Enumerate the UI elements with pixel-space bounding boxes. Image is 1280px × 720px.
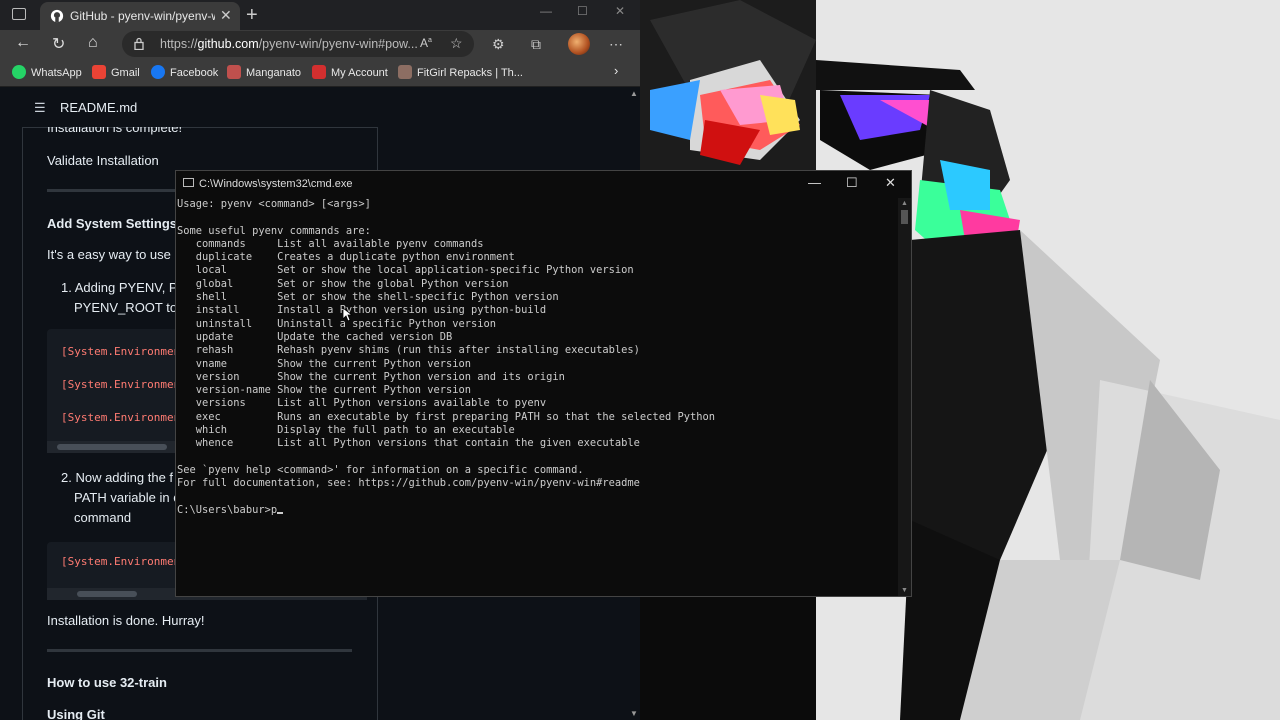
step1-text: 1. Adding PYENV, PY — [61, 280, 187, 295]
tab-title: GitHub - pyenv-win/pyenv-win: p — [70, 9, 215, 23]
bookmark-whatsapp[interactable]: WhatsApp — [12, 65, 82, 79]
bookmarks-bar: WhatsApp Gmail Facebook Manganato My Acc… — [0, 58, 640, 87]
maximize-button[interactable]: ☐ — [577, 4, 588, 18]
lock-icon — [134, 37, 144, 50]
divider — [47, 649, 352, 652]
bookmark-facebook[interactable]: Facebook — [151, 65, 218, 79]
profile-avatar[interactable] — [568, 33, 590, 55]
cmd-close-button[interactable]: ✕ — [885, 175, 896, 191]
scroll-thumb[interactable] — [77, 591, 137, 597]
step2-text: 2. Now adding the f — [61, 470, 174, 485]
command-global-line: global Set or show the global Python ver… — [177, 277, 509, 290]
step2-text-line3: command — [74, 510, 132, 525]
help-hint-line: See `pyenv help <command>' for informati… — [177, 463, 584, 476]
tab-close-icon[interactable]: ✕ — [220, 7, 232, 24]
extensions-icon[interactable]: ⚙ — [492, 36, 505, 53]
read-aloud-icon[interactable]: Aa — [420, 36, 432, 50]
readme-header: ☰ README.md — [22, 87, 378, 128]
code-line: [System.Environment — [61, 378, 187, 391]
cmd-minimize-button[interactable]: — — [808, 175, 821, 190]
refresh-icon[interactable]: ↻ — [52, 34, 65, 54]
tab-actions-icon[interactable] — [12, 8, 26, 20]
scroll-up-icon[interactable]: ▲ — [901, 200, 908, 207]
collections-icon[interactable]: ⧉ — [531, 36, 541, 53]
cmd-window[interactable]: C:\Windows\system32\cmd.exe — ☐ ✕ Usage:… — [176, 171, 911, 596]
back-icon[interactable]: ← — [15, 34, 31, 52]
url-text: https://github.com/pyenv-win/pyenv-win#p… — [160, 37, 418, 51]
cmd-maximize-button[interactable]: ☐ — [846, 175, 858, 191]
command-version-name-line: version-name Show the current Python ver… — [177, 384, 472, 397]
home-icon[interactable]: ⌂ — [88, 34, 98, 52]
address-bar[interactable]: https://github.com/pyenv-win/pyenv-win#p… — [122, 31, 474, 57]
command-vname-line: vname Show the current Python version — [177, 357, 472, 370]
command-uninstall-line: uninstall Uninstall a specific Python ve… — [177, 317, 497, 330]
bookmark-gmail[interactable]: Gmail — [92, 65, 140, 79]
code-line: [System.Environment — [61, 555, 187, 568]
usage-line: Usage: pyenv <command> [<args>] — [177, 198, 371, 210]
bookmarks-overflow-icon[interactable]: › — [614, 63, 618, 78]
command-commands-line: commands List all available pyenv comman… — [177, 237, 484, 250]
favorite-star-icon[interactable]: ☆ — [450, 35, 463, 52]
readme-filename: README.md — [60, 100, 138, 115]
cmd-app-icon — [183, 178, 194, 187]
bookmark-manganato[interactable]: Manganato — [227, 65, 301, 79]
command-exec-line: exec Runs an executable by first prepari… — [177, 410, 715, 423]
docs-link-line: For full documentation, see: https://git… — [177, 477, 640, 490]
code-line: [System.Environment — [61, 345, 187, 358]
github-icon — [50, 9, 64, 23]
scroll-down-icon[interactable]: ▼ — [630, 709, 638, 718]
cmd-title: C:\Windows\system32\cmd.exe — [199, 178, 353, 190]
installation-done-text: Installation is done. Hurray! — [47, 613, 205, 628]
facebook-icon — [151, 65, 165, 79]
command-install-line: install Install a Python version using p… — [177, 304, 547, 317]
whatsapp-icon — [12, 65, 26, 79]
cmd-console[interactable]: Usage: pyenv <command> [<args>] Some use… — [176, 198, 898, 596]
using-git-heading: Using Git — [47, 707, 105, 720]
command-local-line: local Set or show the local application-… — [177, 264, 634, 277]
more-menu-icon[interactable]: ⋯ — [609, 36, 623, 53]
cmd-scrollbar[interactable]: ▲ ▼ — [898, 198, 911, 596]
step1-text-line2: PYENV_ROOT to y — [74, 300, 188, 315]
scroll-down-icon[interactable]: ▼ — [901, 587, 908, 594]
scroll-up-icon[interactable]: ▲ — [630, 89, 638, 98]
gmail-icon — [92, 65, 106, 79]
bookmark-fitgirl[interactable]: FitGirl Repacks | Th... — [398, 65, 523, 79]
command-update-line: update Update the cached version DB — [177, 330, 453, 343]
new-tab-button[interactable]: + — [246, 4, 258, 27]
navigation-bar: ← ↻ ⌂ https://github.com/pyenv-win/pyenv… — [0, 30, 640, 58]
my-account-icon — [312, 65, 326, 79]
fitgirl-icon — [398, 65, 412, 79]
command-versions-line: versions List all Python versions availa… — [177, 397, 547, 410]
minimize-button[interactable]: — — [540, 4, 552, 18]
scroll-thumb[interactable] — [57, 444, 167, 450]
command-whence-line: whence List all Python versions that con… — [177, 437, 640, 450]
prompt-line[interactable]: C:\Users\babur>p — [177, 504, 284, 516]
commands-heading-line: Some useful pyenv commands are: — [177, 224, 371, 237]
add-system-settings-heading: Add System Settings — [47, 216, 178, 231]
tab-bar: GitHub - pyenv-win/pyenv-win: p ✕ + — ☐ … — [0, 0, 640, 30]
intro-text: It's a easy way to use l — [47, 247, 178, 262]
code-line: [System.Environment — [61, 411, 187, 424]
tab-github[interactable]: GitHub - pyenv-win/pyenv-win: p ✕ — [40, 2, 240, 30]
command-rehash-line: rehash Rehash pyenv shims (run this afte… — [177, 344, 640, 357]
command-duplicate-line: duplicate Creates a duplicate python env… — [177, 251, 515, 264]
bookmark-my-account[interactable]: My Account — [312, 65, 388, 79]
outline-list-icon[interactable]: ☰ — [34, 100, 46, 116]
text-cursor — [277, 511, 284, 514]
cmd-output: Usage: pyenv <command> [<args>] Some use… — [177, 198, 715, 517]
how-to-use-heading: How to use 32-train — [47, 675, 167, 690]
command-version-line: version Show the current Python version … — [177, 370, 565, 383]
close-window-button[interactable]: ✕ — [615, 4, 625, 18]
validate-installation-link[interactable]: Validate Installation — [47, 153, 159, 168]
command-shell-line: shell Set or show the shell-specific Pyt… — [177, 291, 559, 304]
manganato-icon — [227, 65, 241, 79]
mouse-cursor-icon — [343, 308, 353, 322]
command-which-line: which Display the full path to an execut… — [177, 424, 515, 437]
scroll-thumb[interactable] — [901, 210, 908, 224]
cmd-titlebar[interactable]: C:\Windows\system32\cmd.exe — ☐ ✕ — [176, 171, 911, 198]
step2-text-line2: PATH variable in c — [74, 490, 180, 505]
